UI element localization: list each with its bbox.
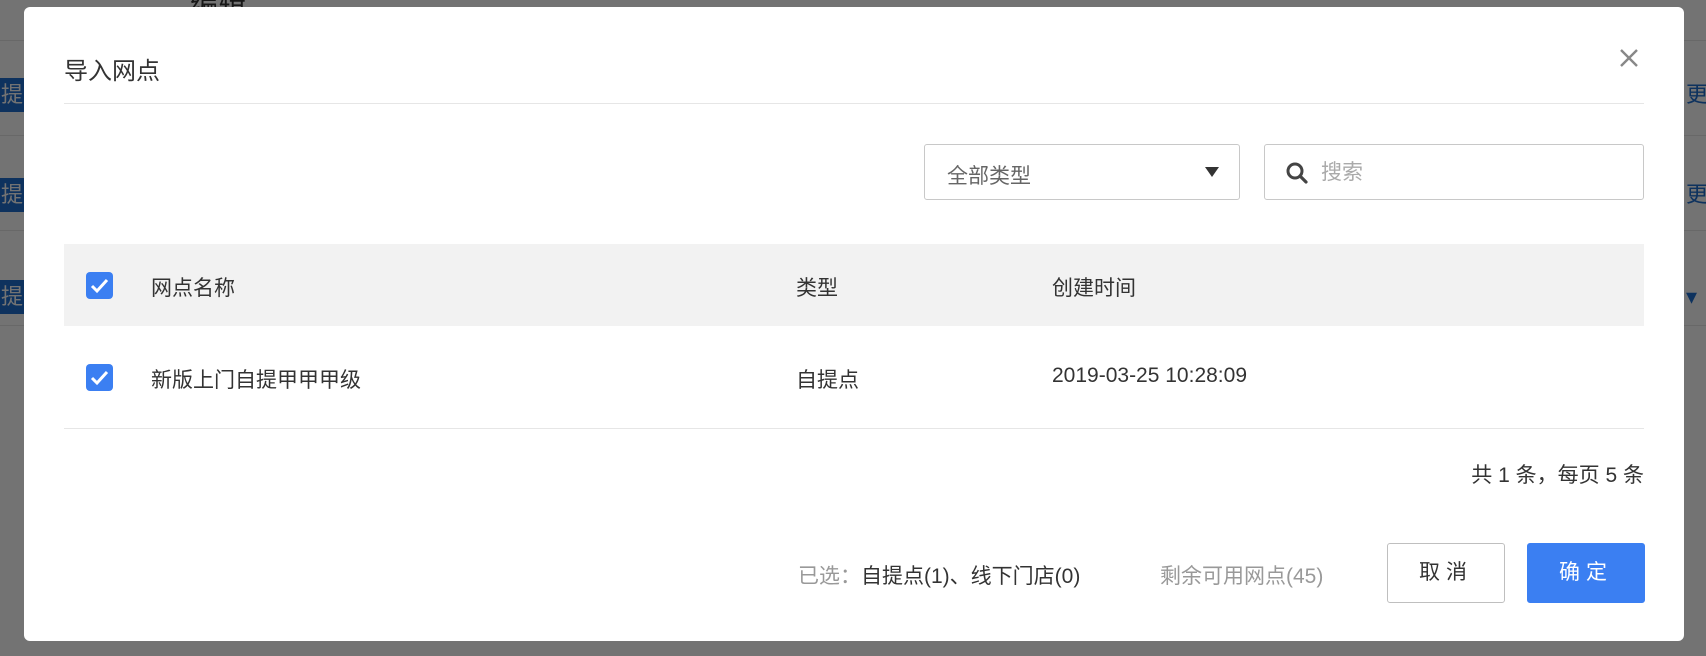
selected-value: 自提点(1)、线下门店(0) [861, 565, 1081, 588]
search-input[interactable] [1319, 153, 1623, 193]
column-header-created: 创建时间 [1052, 277, 1136, 300]
column-header-name: 网点名称 [151, 277, 235, 300]
pagination-summary: 共 1 条，每页 5 条 [1471, 464, 1644, 487]
selected-label: 已选： [798, 565, 861, 588]
table-row[interactable]: 新版上门自提甲甲甲级 自提点 2019-03-25 10:28:09 [64, 326, 1644, 429]
type-filter-select[interactable]: 全部类型 [924, 144, 1240, 200]
caret-down-icon [1205, 167, 1219, 177]
select-all-checkbox[interactable] [86, 272, 113, 299]
close-icon[interactable] [1614, 43, 1644, 73]
selected-summary: 已选：自提点(1)、线下门店(0) [798, 560, 1080, 590]
column-header-type: 类型 [796, 277, 838, 300]
dialog-title: 导入网点 [64, 58, 160, 85]
cancel-button[interactable]: 取消 [1387, 543, 1505, 603]
outlet-created-time: 2019-03-25 10:28:09 [1052, 364, 1247, 387]
outlet-type: 自提点 [796, 369, 859, 392]
search-box [1264, 144, 1644, 200]
remaining-outlets: 剩余可用网点(45) [1160, 565, 1324, 588]
row-checkbox[interactable] [86, 364, 113, 391]
search-icon [1285, 161, 1309, 185]
confirm-button[interactable]: 确定 [1527, 543, 1645, 603]
import-outlets-dialog: 导入网点 全部类型 网点名称 类型 创建时间 [24, 7, 1684, 641]
table-header: 网点名称 类型 创建时间 [64, 244, 1644, 326]
outlet-name: 新版上门自提甲甲甲级 [151, 369, 361, 392]
type-filter-value: 全部类型 [947, 165, 1031, 188]
title-divider [64, 103, 1644, 104]
